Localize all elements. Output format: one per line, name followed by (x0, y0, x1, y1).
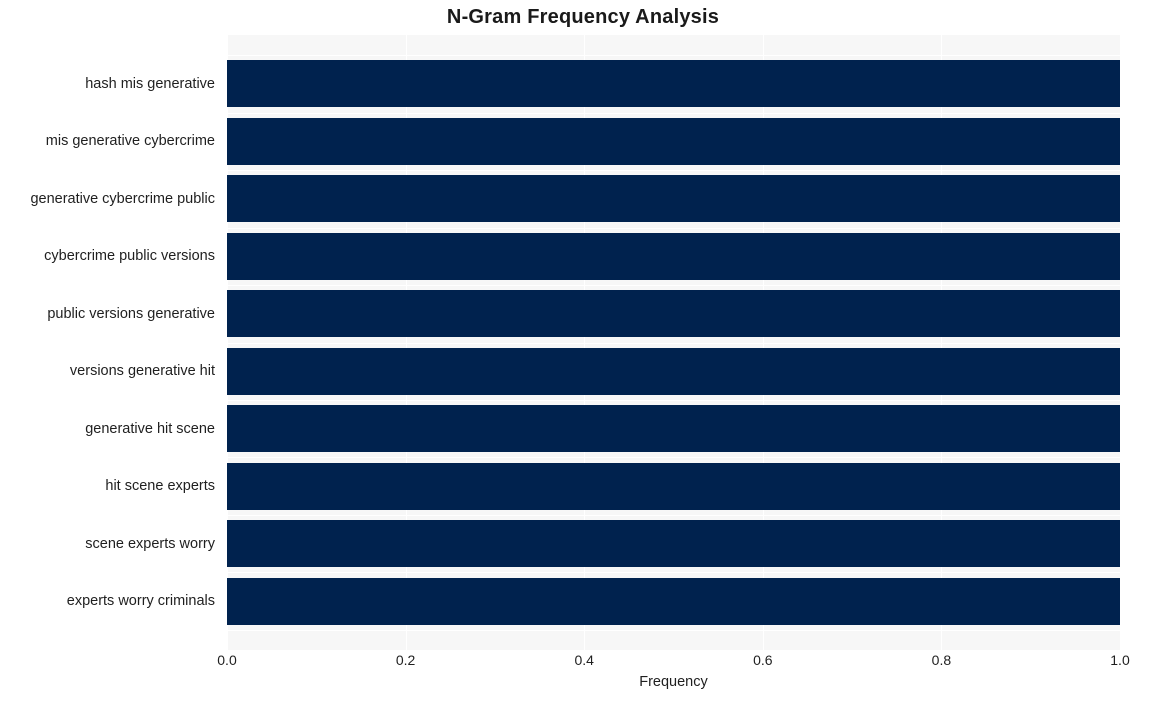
x-axis-tick-labels: 0.0 0.2 0.4 0.6 0.8 1.0 (217, 652, 1129, 674)
y-axis-tick-label: versions generative hit (69, 363, 215, 380)
gridline-y (227, 112, 1120, 114)
bar (227, 462, 1120, 510)
gridline-y (227, 572, 1120, 574)
bar (227, 405, 1120, 453)
bar (227, 520, 1120, 568)
gridline-y (227, 342, 1120, 344)
y-axis-tick-label: hash mis generative (85, 75, 215, 92)
gridline-y (227, 514, 1120, 516)
y-axis-tick-label: mis generative cybercrime (45, 133, 215, 150)
y-axis-tick-label: generative hit scene (85, 420, 215, 437)
bar (227, 117, 1120, 165)
y-axis-tick-label: public versions generative (47, 305, 215, 322)
y-axis-tick-label: cybercrime public versions (44, 248, 215, 265)
plot-inner (227, 35, 1120, 650)
x-axis-tick-label: 0.0 (217, 652, 237, 668)
x-axis-tick-label: 0.2 (395, 652, 416, 668)
bar (227, 290, 1120, 338)
gridline-y (227, 170, 1120, 172)
y-axis-tick-label: experts worry criminals (66, 593, 215, 610)
x-axis-tick-label: 0.8 (931, 652, 952, 668)
gridline-y (227, 399, 1120, 401)
bars-layer (227, 35, 1120, 650)
bar (227, 60, 1120, 108)
gridline-y (227, 227, 1120, 229)
gridline-y (227, 55, 1120, 57)
x-axis-tick-label: 0.4 (574, 652, 594, 668)
bar (227, 577, 1120, 625)
bar (227, 175, 1120, 223)
x-axis-title: Frequency (639, 674, 708, 690)
x-axis-tick-label: 1.0 (1110, 652, 1130, 668)
y-axis-tick-label: scene experts worry (85, 535, 215, 552)
bar (227, 232, 1120, 280)
gridline-y (227, 629, 1120, 631)
y-axis-tick-label: hit scene experts (105, 478, 215, 495)
bar (227, 347, 1120, 395)
chart-figure: N-Gram Frequency Analysis hash mis gener… (0, 0, 1166, 701)
plot-area (227, 35, 1120, 650)
gridline-y (227, 457, 1120, 459)
y-axis-tick-label: generative cybercrime public (30, 190, 215, 207)
gridline-y (227, 285, 1120, 287)
chart-title: N-Gram Frequency Analysis (446, 6, 720, 28)
x-axis-tick-label: 0.6 (753, 652, 773, 668)
y-axis-tick-labels: hash mis generative mis generative cyberc… (0, 35, 215, 650)
